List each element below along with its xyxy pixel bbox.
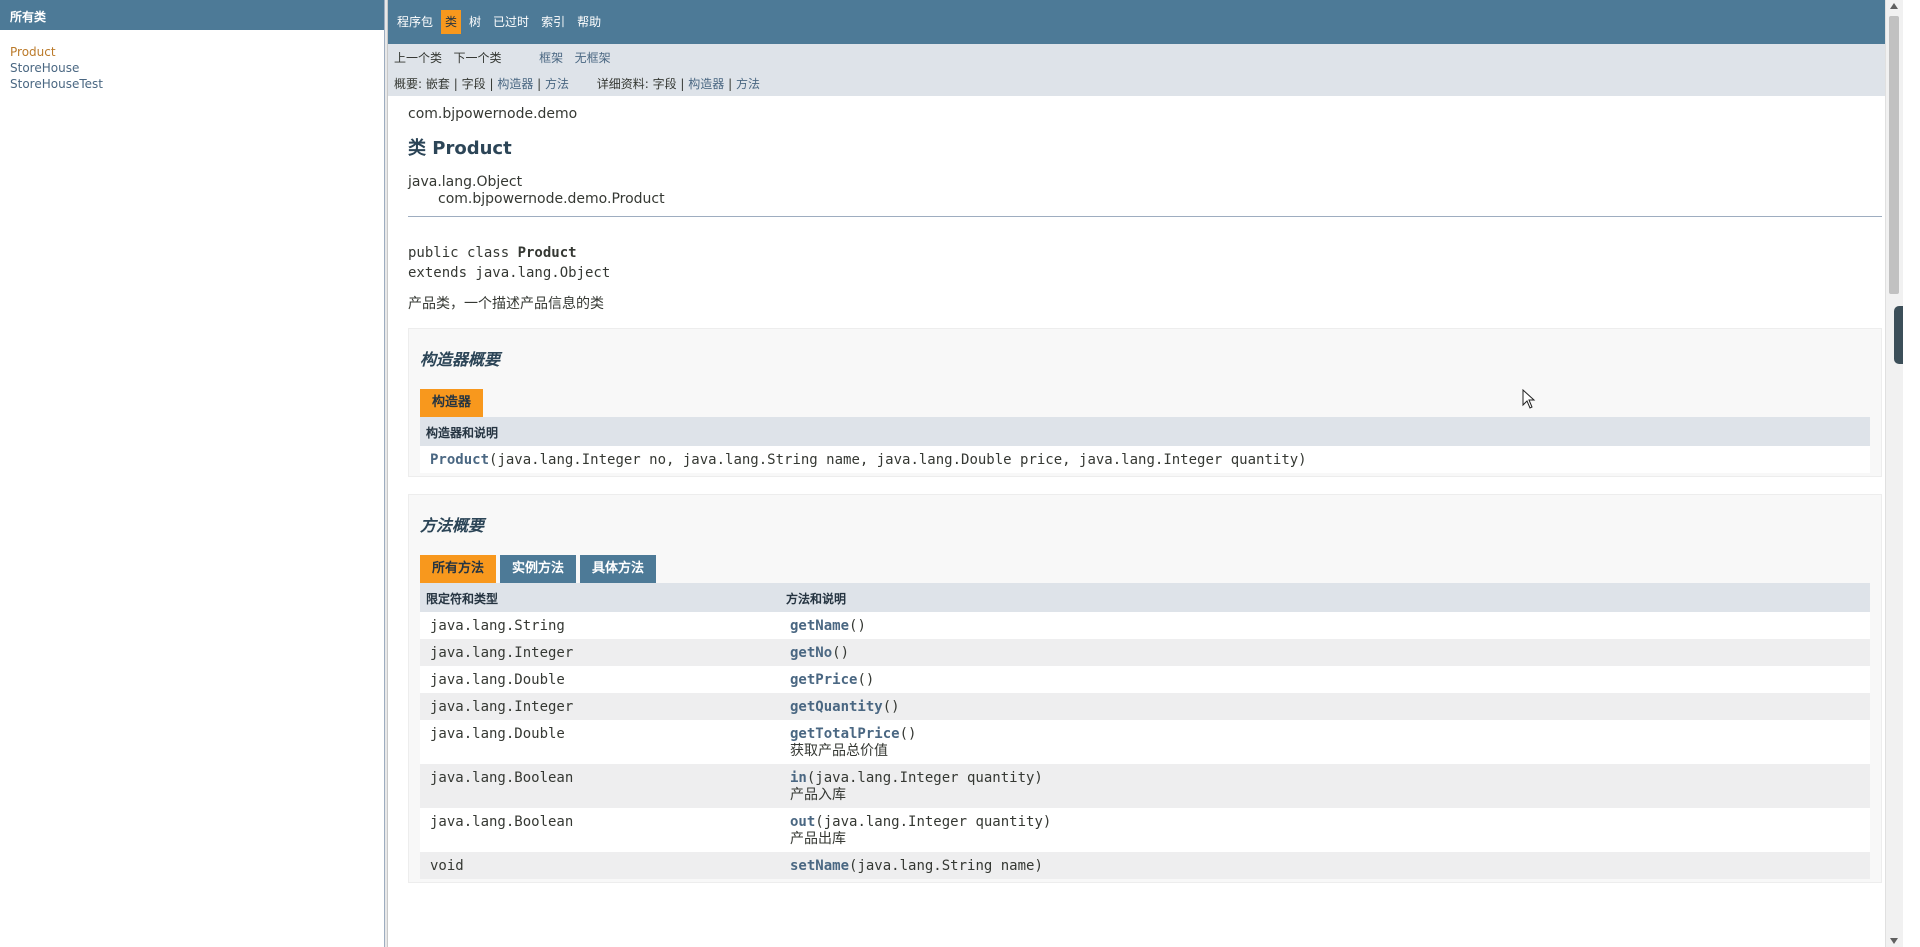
method-link-getname[interactable]: getName xyxy=(790,618,849,634)
table-row: void setName(java.lang.String name) xyxy=(420,852,1870,879)
scrollbar-thumb[interactable] xyxy=(1889,16,1899,294)
scroll-down-icon[interactable] xyxy=(1890,938,1898,944)
tab-instance-methods[interactable]: 实例方法 xyxy=(500,555,577,583)
constructor-link[interactable]: Product xyxy=(430,452,489,468)
method-description: 获取产品总价值 xyxy=(790,743,888,759)
table-row: java.lang.String getName() xyxy=(420,612,1870,639)
detail-field: 字段 xyxy=(652,77,677,91)
table-row: java.lang.Boolean in(java.lang.Integer q… xyxy=(420,764,1870,808)
detail-constructor-link[interactable]: 构造器 xyxy=(688,77,724,91)
summary-label: 概要: xyxy=(394,77,423,91)
tab-concrete-methods[interactable]: 具体方法 xyxy=(580,555,657,583)
nav-package[interactable]: 程序包 xyxy=(393,10,437,34)
package-name: com.bjpowernode.demo xyxy=(408,106,578,122)
nav-class-current: 类 xyxy=(441,10,462,34)
class-list: Product StoreHouse StoreHouseTest xyxy=(0,30,384,92)
sub-navbar: 上一个类 下一个类 框架 无框架 概要: 嵌套 | 字段 | 构造器 | 方法 … xyxy=(388,44,1903,96)
method-link-gettotalprice[interactable]: getTotalPrice xyxy=(790,726,900,742)
class-link-storehouse[interactable]: StoreHouse xyxy=(10,61,79,75)
class-link-product[interactable]: Product xyxy=(10,45,56,59)
table-row: java.lang.Double getTotalPrice() 获取产品总价值 xyxy=(420,720,1870,764)
sub-nav-row-1: 上一个类 下一个类 框架 无框架 xyxy=(388,44,1903,71)
tab-constructors: 构造器 xyxy=(420,389,484,417)
nav-index[interactable]: 索引 xyxy=(537,10,569,34)
table-row: java.lang.Integer getNo() xyxy=(420,639,1870,666)
constructor-tabs: 构造器 xyxy=(420,389,1870,417)
nav-help[interactable]: 帮助 xyxy=(573,10,605,34)
detail-method-link[interactable]: 方法 xyxy=(736,77,760,91)
table-row: java.lang.Integer getQuantity() xyxy=(420,693,1870,720)
method-description: 产品出库 xyxy=(790,831,846,847)
class-list-item: StoreHouse xyxy=(10,60,384,76)
class-list-item: Product xyxy=(10,44,384,60)
class-list-item: StoreHouseTest xyxy=(10,76,384,92)
method-link-getquantity[interactable]: getQuantity xyxy=(790,699,883,715)
summary-nested: 嵌套 xyxy=(425,77,450,91)
method-link-getno[interactable]: getNo xyxy=(790,645,832,661)
constructor-column-header: 构造器和说明 xyxy=(420,417,1870,446)
method-summary: 方法概要 所有方法 实例方法 具体方法 限定符和类型 方法和说明 java.la… xyxy=(408,494,1882,883)
sub-nav-row-2: 概要: 嵌套 | 字段 | 构造器 | 方法 详细资料: 字段 | 构造器 | … xyxy=(394,77,761,91)
top-navbar: 程序包 类 树 已过时 索引 帮助 xyxy=(388,0,1903,44)
class-doc-frame: 程序包 类 树 已过时 索引 帮助 上一个类 下一个类 框架 无框架 概要: 嵌… xyxy=(388,0,1903,947)
no-frames-link[interactable]: 无框架 xyxy=(575,51,611,65)
vertical-scrollbar[interactable] xyxy=(1885,0,1903,947)
constructor-summary: 构造器概要 构造器 构造器和说明 Product(java.lang.Integ… xyxy=(408,328,1882,477)
tab-all-methods[interactable]: 所有方法 xyxy=(420,555,497,583)
inherit-root: java.lang.Object xyxy=(408,174,523,190)
table-row: Product(java.lang.Integer no, java.lang.… xyxy=(420,446,1870,473)
constructor-table: 构造器和说明 Product(java.lang.Integer no, jav… xyxy=(420,417,1870,473)
page-title: 类 Product xyxy=(408,138,512,159)
divider xyxy=(408,216,1882,217)
method-table: 限定符和类型 方法和说明 java.lang.String getName() … xyxy=(420,583,1870,879)
column-header-type: 限定符和类型 xyxy=(420,583,780,612)
method-link-setname[interactable]: setName xyxy=(790,858,849,874)
all-classes-frame: 所有类 Product StoreHouse StoreHouseTest xyxy=(0,0,385,947)
class-content: com.bjpowernode.demo 类 Product java.lang… xyxy=(388,96,1902,883)
method-description: 产品入库 xyxy=(790,787,846,803)
frames-link[interactable]: 框架 xyxy=(539,51,563,65)
table-row: java.lang.Boolean out(java.lang.Integer … xyxy=(420,808,1870,852)
class-link-storehousetest[interactable]: StoreHouseTest xyxy=(10,77,103,91)
summary-constructor-link[interactable]: 构造器 xyxy=(497,77,533,91)
column-header-method: 方法和说明 xyxy=(780,583,1870,612)
side-panel-tab[interactable] xyxy=(1894,306,1903,364)
summary-field: 字段 xyxy=(461,77,486,91)
constructor-summary-heading: 构造器概要 xyxy=(420,350,501,369)
table-row: java.lang.Double getPrice() xyxy=(420,666,1870,693)
method-link-getprice[interactable]: getPrice xyxy=(790,672,857,688)
summary-method-link[interactable]: 方法 xyxy=(545,77,569,91)
nav-tree[interactable]: 树 xyxy=(465,10,485,34)
detail-label: 详细资料: xyxy=(596,77,649,91)
mouse-pointer-icon xyxy=(1522,389,1536,409)
scroll-up-icon[interactable] xyxy=(1890,3,1898,9)
nav-deprecated[interactable]: 已过时 xyxy=(489,10,533,34)
class-declaration: public class Product extends java.lang.O… xyxy=(408,245,611,281)
method-link-in[interactable]: in xyxy=(790,770,807,786)
class-name: Product xyxy=(517,245,577,261)
class-description: 产品类，一个描述产品信息的类 xyxy=(408,296,604,312)
prev-class-text: 上一个类 xyxy=(394,51,443,65)
method-summary-heading: 方法概要 xyxy=(420,516,485,535)
inheritance-tree: java.lang.Object com.bjpowernode.demo.Pr… xyxy=(408,174,1882,208)
method-tabs: 所有方法 实例方法 具体方法 xyxy=(420,555,1870,583)
next-class-text: 下一个类 xyxy=(453,51,502,65)
inherit-child: com.bjpowernode.demo.Product xyxy=(438,191,665,207)
all-classes-title: 所有类 xyxy=(0,0,384,30)
method-link-out[interactable]: out xyxy=(790,814,815,830)
